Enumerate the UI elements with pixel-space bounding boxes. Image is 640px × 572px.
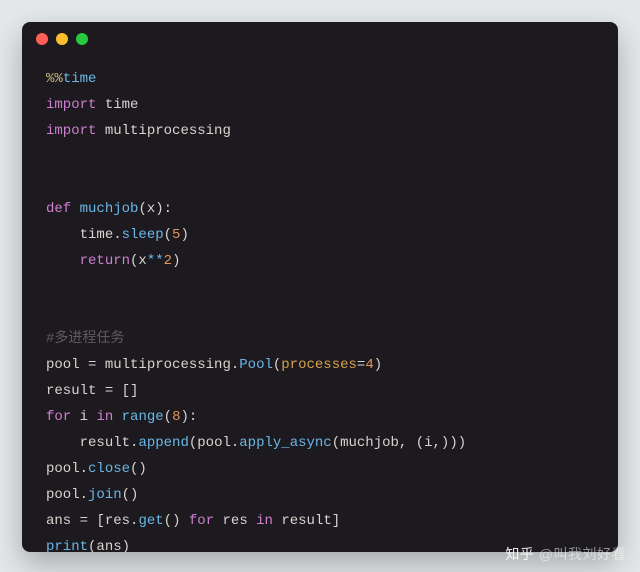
fn-join: join (88, 487, 122, 503)
kw-return: return (80, 253, 130, 269)
kw-in: in (96, 409, 113, 425)
obj-time: time (80, 227, 114, 243)
watermark-handle: @叫我刘好看 (539, 546, 626, 562)
fn-sleep: sleep (122, 227, 164, 243)
kw-import: import (46, 123, 96, 139)
close-icon[interactable] (36, 33, 48, 45)
fn-append: append (138, 435, 188, 451)
fn-muchjob: muchjob (80, 201, 139, 217)
window-titlebar (22, 22, 618, 56)
kw-for: for (46, 409, 71, 425)
var-pool: pool (46, 357, 80, 373)
comment: #多进程任务 (46, 331, 124, 347)
params: (x): (138, 201, 172, 217)
kw-import: import (46, 97, 96, 113)
empty-list: [] (122, 383, 139, 399)
op-pow: ** (147, 253, 164, 269)
fn-print: print (46, 539, 88, 552)
code-block: %%time import time import multiprocessin… (46, 66, 594, 536)
fn-pool: Pool (239, 357, 273, 373)
mod-mp: multiprocessing (105, 357, 231, 373)
minimize-icon[interactable] (56, 33, 68, 45)
watermark-site: 知乎 (505, 546, 534, 562)
num-4: 4 (365, 357, 373, 373)
magic-prefix: %% (46, 71, 63, 87)
fn-apply-async: apply_async (239, 435, 331, 451)
var-ans: ans (46, 513, 71, 529)
var-result: result (46, 383, 96, 399)
fn-close: close (88, 461, 130, 477)
terminal-window: %%time import time import multiprocessin… (22, 22, 618, 552)
watermark: 知乎 @叫我刘好看 (505, 544, 626, 564)
zoom-icon[interactable] (76, 33, 88, 45)
module-multiprocessing: multiprocessing (105, 123, 231, 139)
fn-range: range (122, 409, 164, 425)
num-2: 2 (164, 253, 172, 269)
kw-def: def (46, 201, 71, 217)
fn-get: get (138, 513, 163, 529)
kwarg-processes: processes (281, 357, 357, 373)
module-time: time (105, 97, 139, 113)
magic-name: time (63, 71, 97, 87)
